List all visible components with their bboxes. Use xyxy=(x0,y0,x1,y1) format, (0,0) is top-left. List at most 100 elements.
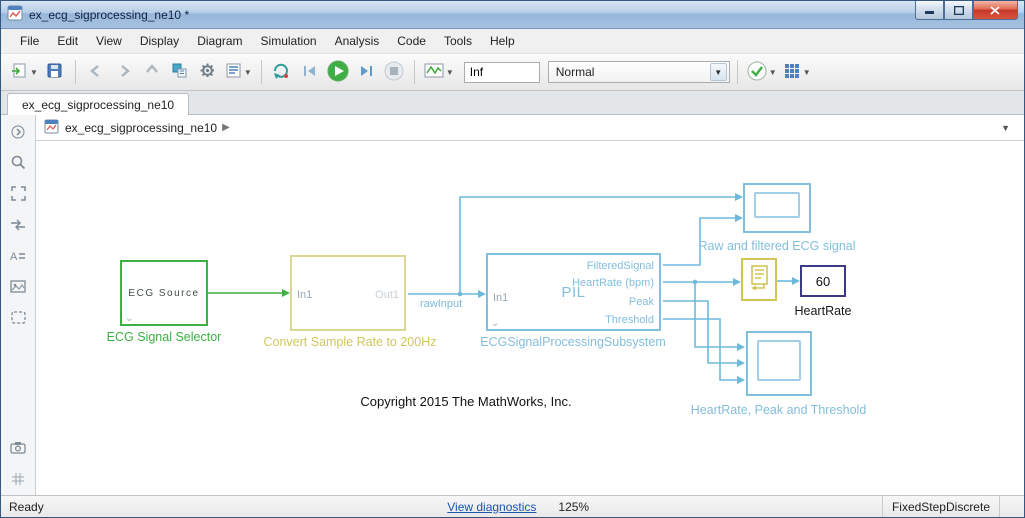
rate-transition-block[interactable] xyxy=(741,258,777,301)
new-model-button[interactable]: ▼ xyxy=(9,58,40,86)
up-arrow-icon xyxy=(145,63,159,81)
close-button[interactable] xyxy=(973,1,1018,20)
heartrate-display-block[interactable]: 60 xyxy=(800,265,846,297)
save-button[interactable] xyxy=(42,58,68,86)
fast-restart-icon xyxy=(273,63,291,82)
tabbar: ex_ecg_sigprocessing_ne10 xyxy=(1,91,1024,115)
wire-threshold[interactable] xyxy=(663,319,745,384)
build-button[interactable]: ▼ xyxy=(781,58,813,86)
chevron-down-icon: ▼ xyxy=(30,68,38,77)
menu-display[interactable]: Display xyxy=(131,30,188,52)
ecg-processing-subsystem-block[interactable]: PIL In1 FilteredSignal HeartRate (bpm) P… xyxy=(486,253,661,331)
menu-analysis[interactable]: Analysis xyxy=(326,30,389,52)
convert-in-port-label: In1 xyxy=(297,289,312,301)
run-icon xyxy=(327,60,349,85)
environment-panel-button[interactable]: ▼ xyxy=(223,58,254,86)
step-back-button[interactable] xyxy=(297,58,323,86)
svg-text:A: A xyxy=(10,251,18,263)
green-check-icon xyxy=(747,61,767,84)
convert-rate-block[interactable]: In1 Out1 xyxy=(290,255,406,331)
ecg-source-block[interactable]: ECG Source ⌄ xyxy=(120,260,208,326)
run-button[interactable] xyxy=(325,58,351,86)
wire-peak[interactable] xyxy=(663,301,745,367)
model-browser-button[interactable] xyxy=(167,58,193,86)
model-config-button[interactable] xyxy=(195,58,221,86)
solver-indicator[interactable]: FixedStepDiscrete xyxy=(882,496,1000,517)
convert-rate-label: Convert Sample Rate to 200Hz xyxy=(236,335,464,349)
scope-raw-filtered-block[interactable] xyxy=(743,183,811,233)
convert-out-port-label: Out1 xyxy=(375,289,399,301)
scope-screen xyxy=(757,340,801,381)
titlebar: ex_ecg_sigprocessing_ne10 * xyxy=(1,1,1024,29)
minimize-button[interactable] xyxy=(915,1,944,20)
menu-file[interactable]: File xyxy=(11,30,48,52)
signal-wave-icon xyxy=(424,62,444,82)
update-diagram-button[interactable]: ▼ xyxy=(745,58,779,86)
chevron-down-icon: ▼ xyxy=(803,68,811,77)
wire-ecg-to-convert[interactable] xyxy=(208,289,290,297)
copyright-annotation: Copyright 2015 The MathWorks, Inc. xyxy=(291,394,641,409)
view-diagnostics-link[interactable]: View diagnostics xyxy=(447,500,536,514)
menubar: File Edit View Display Diagram Simulatio… xyxy=(1,29,1024,53)
breadcrumb-dropdown[interactable]: ▼ xyxy=(995,121,1016,135)
breadcrumb-model[interactable]: ex_ecg_sigprocessing_ne10 xyxy=(65,121,217,135)
menu-tools[interactable]: Tools xyxy=(435,30,481,52)
step-back-icon xyxy=(302,64,318,81)
menu-view[interactable]: View xyxy=(87,30,131,52)
back-button[interactable] xyxy=(83,58,109,86)
sim-mode-value: Normal xyxy=(556,65,595,79)
maximize-button[interactable] xyxy=(944,1,973,20)
scope-screen xyxy=(754,192,800,218)
zoom-button[interactable] xyxy=(7,153,29,175)
stop-button[interactable] xyxy=(381,58,407,86)
fit-to-view-button[interactable] xyxy=(7,184,29,206)
pan-button[interactable] xyxy=(7,215,29,237)
display-value: 60 xyxy=(816,274,830,289)
data-inspector-button[interactable]: ▼ xyxy=(422,58,456,86)
viewmarks-button[interactable] xyxy=(7,438,29,460)
chevron-down-icon: ▼ xyxy=(244,68,252,77)
menu-code[interactable]: Code xyxy=(388,30,435,52)
area-annotation-button[interactable] xyxy=(7,308,29,330)
rawinput-wire-label: rawInput xyxy=(420,298,462,310)
wire-to-display[interactable] xyxy=(777,277,800,285)
annotation-button[interactable]: A xyxy=(7,246,29,268)
up-to-parent-button[interactable] xyxy=(139,58,165,86)
list-panel-icon xyxy=(225,62,242,82)
toolbar-separator xyxy=(261,60,262,84)
menu-help[interactable]: Help xyxy=(481,30,524,52)
grid-icon xyxy=(783,62,801,83)
subsystem-badge-icon: ⌄ xyxy=(491,319,499,329)
subsystem-out-heartrate: HeartRate (bpm) xyxy=(572,277,654,289)
simulink-window: ex_ecg_sigprocessing_ne10 * File Edit Vi… xyxy=(0,0,1025,518)
step-forward-button[interactable] xyxy=(353,58,379,86)
fit-view-icon xyxy=(11,186,26,204)
chevron-right-icon xyxy=(11,125,25,142)
model-canvas[interactable]: ECG Source ⌄ ECG Signal Selector In1 Out… xyxy=(36,141,1024,495)
forward-button[interactable] xyxy=(111,58,137,86)
model-file-icon xyxy=(44,119,59,137)
ecg-source-block-text: ECG Source xyxy=(128,288,199,299)
model-tab[interactable]: ex_ecg_sigprocessing_ne10 xyxy=(7,93,189,115)
browser-toggle-button[interactable] xyxy=(7,122,29,144)
step-forward-icon xyxy=(358,64,374,81)
scope-hr-peak-threshold-block[interactable] xyxy=(746,331,812,396)
model-browser-icon xyxy=(171,62,188,82)
chevron-down-icon: ▼ xyxy=(446,68,454,77)
sim-mode-select[interactable]: Normal ▼ xyxy=(548,61,730,83)
window-title: ex_ecg_sigprocessing_ne10 * xyxy=(29,8,189,22)
menu-diagram[interactable]: Diagram xyxy=(188,30,251,52)
toolbar-separator xyxy=(75,60,76,84)
zoom-indicator-button[interactable] xyxy=(7,469,29,491)
fast-restart-button[interactable] xyxy=(269,58,295,86)
forward-arrow-icon xyxy=(116,64,132,81)
menu-edit[interactable]: Edit xyxy=(48,30,87,52)
image-annotation-button[interactable] xyxy=(7,277,29,299)
sim-stop-time-input[interactable] xyxy=(464,62,540,83)
magnifier-icon xyxy=(11,155,26,173)
text-annotation-icon: A xyxy=(10,249,26,266)
subsystem-label: ECGSignalProcessingSubsystem xyxy=(448,335,698,349)
chevron-down-icon: ▼ xyxy=(769,68,777,77)
menu-simulation[interactable]: Simulation xyxy=(252,30,326,52)
stop-icon xyxy=(384,61,404,84)
